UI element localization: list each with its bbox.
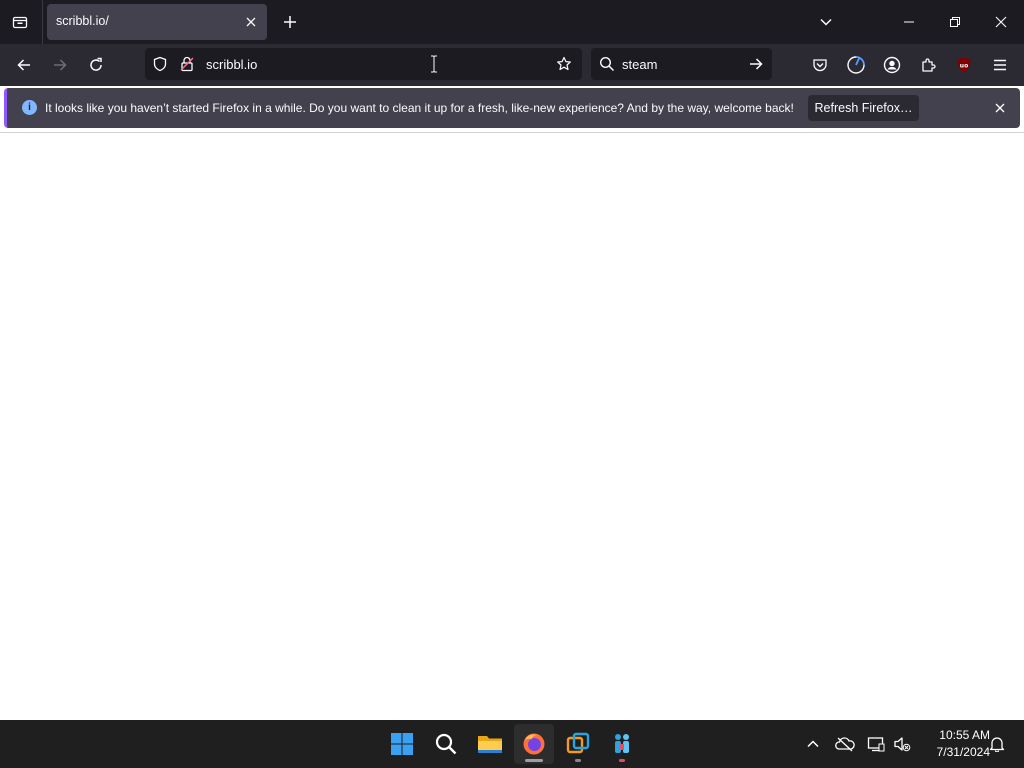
tab-separator <box>42 0 43 44</box>
page-content-blank[interactable] <box>0 132 1024 720</box>
tab-title: scribbl.io/ <box>56 14 109 28</box>
restore-icon[interactable] <box>939 6 971 38</box>
app-alert-indicator <box>619 759 625 762</box>
show-hidden-icons-chevron-icon[interactable] <box>803 734 823 754</box>
tab-strip: scribbl.io/ <box>0 0 1024 44</box>
clock-time: 10:55 AM <box>939 728 990 742</box>
ublock-origin-icon[interactable]: uo <box>949 50 979 80</box>
svg-text:uo: uo <box>960 63 968 70</box>
tab-scribbl[interactable]: scribbl.io/ <box>47 4 267 40</box>
refresh-firefox-notification: i It looks like you haven’t started Fire… <box>4 88 1020 128</box>
new-tab-plus-icon[interactable] <box>276 8 304 36</box>
windows-start-icon[interactable] <box>382 724 422 764</box>
info-icon: i <box>22 100 37 115</box>
browser-extension-timer-icon[interactable] <box>841 50 871 80</box>
address-bar[interactable]: scribbl.io <box>145 48 582 80</box>
notification-close-icon[interactable] <box>992 100 1008 116</box>
search-icon <box>599 56 615 72</box>
refresh-firefox-button[interactable]: Refresh Firefox… <box>808 95 919 121</box>
vmware-icon[interactable] <box>558 724 598 764</box>
active-app-indicator <box>525 759 543 762</box>
tracking-protection-shield-icon[interactable] <box>152 56 168 72</box>
search-go-arrow-icon[interactable] <box>748 56 764 72</box>
notification-message: It looks like you haven’t started Firefo… <box>45 101 794 115</box>
tab-close-icon[interactable] <box>243 14 259 30</box>
running-app-indicator <box>575 759 581 762</box>
hamburger-menu-icon[interactable] <box>985 50 1015 80</box>
insecure-lock-icon[interactable] <box>179 56 195 72</box>
firefox-taskbar-icon[interactable] <box>514 724 554 764</box>
onedrive-offline-icon[interactable] <box>835 734 855 754</box>
list-all-tabs-chevron-icon[interactable] <box>810 6 842 38</box>
url-text: scribbl.io <box>206 57 258 72</box>
minimize-icon[interactable] <box>893 6 925 38</box>
window-close-icon[interactable] <box>985 6 1017 38</box>
search-bar[interactable]: steam <box>591 48 772 80</box>
text-cursor-icon <box>430 55 438 73</box>
bookmark-star-icon[interactable] <box>556 56 572 72</box>
network-people-app-icon[interactable] <box>602 724 642 764</box>
pocket-icon[interactable] <box>805 50 835 80</box>
reload-icon[interactable] <box>81 50 111 80</box>
taskbar-search-icon[interactable] <box>426 724 466 764</box>
windows-taskbar: 10:55 AM 7/31/2024 <box>0 720 1024 768</box>
forward-arrow-icon[interactable] <box>45 50 75 80</box>
search-input[interactable]: steam <box>622 57 657 72</box>
back-arrow-icon[interactable] <box>9 50 39 80</box>
clock-date: 7/31/2024 <box>936 745 990 759</box>
account-icon[interactable] <box>877 50 907 80</box>
notification-bell-icon[interactable] <box>987 734 1007 754</box>
file-explorer-icon[interactable] <box>470 724 510 764</box>
system-clock[interactable]: 10:55 AM 7/31/2024 <box>918 727 990 761</box>
extensions-puzzle-icon[interactable] <box>913 50 943 80</box>
firefox-view-icon[interactable] <box>6 8 34 36</box>
volume-muted-icon[interactable] <box>892 734 912 754</box>
network-display-icon[interactable] <box>866 734 886 754</box>
navigation-toolbar: scribbl.io steam uo <box>0 44 1024 86</box>
